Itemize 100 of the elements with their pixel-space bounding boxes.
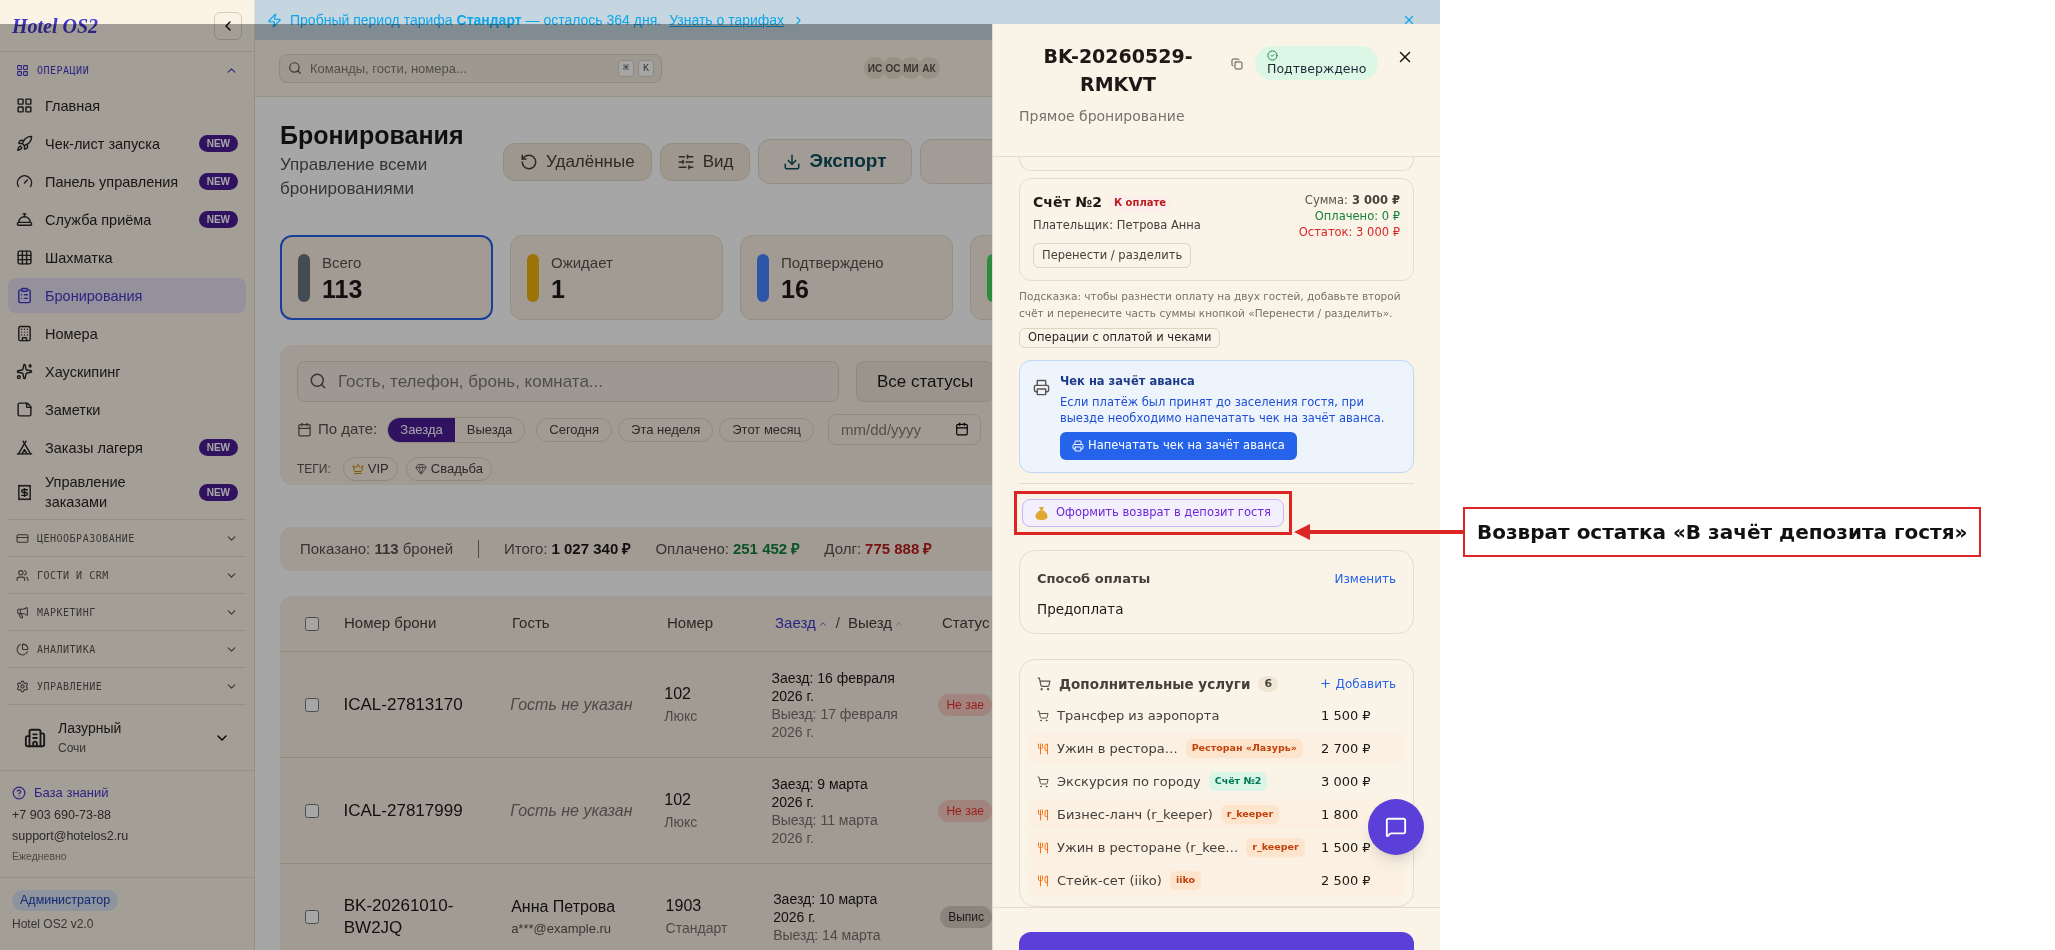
export-button[interactable]: Экспорт [758,139,912,184]
section-header[interactable]: ОПЕРАЦИИ [8,52,246,88]
calendar-icon [955,422,970,436]
service-row[interactable]: Стейк-сет (iiko) iiko 2 500 ₽ [1028,865,1405,896]
status-badge: Не зае [938,693,992,716]
nav-item[interactable]: Номера [8,316,246,351]
sort-column-header[interactable]: Выезд [847,612,904,635]
user-avatar[interactable]: АК [918,57,940,79]
guest-email: a***@example.ru [511,919,613,938]
section-header[interactable]: ЦЕНООБРАЗОВАНИЕ [8,520,246,556]
table-row[interactable]: BK-20261010-BW2JQ Анна Петрова a***@example.ru 1903 Стандарт Заезд: 10 марта 2026 г. Выезд: 14 марта Выпис [280,864,992,950]
booking-search-field[interactable]: Гость, телефон, бронь, комната... [297,361,839,402]
table-row[interactable]: ICAL-27813170 Гость не указан 102 Люкс Заезд: 16 февраля 2026 г. Выезд: 17 февраля 2026 г. Не зае [280,652,992,758]
chat-button[interactable] [1368,799,1424,855]
guest-name: Анна Петрова [511,896,617,917]
sort-column-header[interactable]: Заезд [775,612,828,635]
service-name: Экскурсия по городу [1057,772,1201,791]
checkout-date: Выезд: 14 марта [773,925,882,944]
service-row[interactable]: Экскурсия по городу Счёт №2 3 000 ₽ [1028,766,1405,797]
nav-item[interactable]: Заметки [8,392,246,427]
new-badge: NEW [198,135,238,152]
lightning-icon [267,12,282,28]
change-link[interactable]: Изменить [1334,569,1396,588]
new-badge: NEW [198,211,238,228]
support-hours: Ежедневно [12,849,68,864]
add-service-link[interactable]: Добавить [1318,674,1396,693]
service-price: 2 700 ₽ [1321,739,1372,758]
nav-item[interactable]: Служба приёма NEW [8,202,246,237]
room-number: 102 [664,684,692,704]
date-mode-tab[interactable]: Выезда [454,417,525,442]
stat-card[interactable]: Всего 113 [280,235,493,320]
advance-text: Если платёж был принят до заселения гостя, при выезде необходимо напечатать чек на зачёт аванса. [1060,394,1386,426]
stat-card[interactable]: Ожидает 1 [510,235,723,320]
cart-icon [1037,775,1049,788]
nav-item[interactable]: Шахматка [8,240,246,275]
nav-item[interactable]: Хаускипинг [8,354,246,389]
nav-item[interactable]: Чек-лист запуска NEW [8,126,246,161]
copy-icon[interactable] [1231,58,1243,70]
restore-button[interactable]: Удалённые [503,142,652,181]
status-select[interactable]: Все статусы [856,361,995,402]
row-checkbox[interactable] [304,909,319,924]
room-number: 1903 [665,896,703,916]
building-icon [24,726,46,749]
row-checkbox[interactable] [304,803,319,818]
column-header: Номер [667,613,715,634]
section-icon [16,642,29,656]
service-tag: r_keeper [1220,805,1280,824]
date-mode-tab[interactable]: Заезда [388,417,455,442]
stat-card[interactable]: Подтверждено 16 [740,235,953,320]
section-header[interactable]: УПРАВЛЕНИЕ [8,668,246,704]
print-receipt-button[interactable]: Напечатать чек на зачёт аванса [1060,432,1297,460]
service-row[interactable]: Ужин в ресторане (r_kee… r_keeper 1 500 ₽ [1028,832,1405,863]
debt-amount: 775 888 ₽ [865,538,933,559]
nav-item[interactable]: Заказы лагеря NEW [8,430,246,465]
select-all-checkbox[interactable] [305,616,319,631]
section-header[interactable]: ГОСТИ И CRM [8,557,246,593]
sum-amount: 3 000 ₽ [1351,192,1400,208]
split-button[interactable]: Перенести / разделить [1033,243,1192,268]
refund-button[interactable]: Оформить возврат в депозит гостя [1022,499,1284,527]
section-header[interactable]: МАРКЕТИНГ [8,594,246,630]
date-field[interactable]: mm/dd/yyyy [828,414,982,445]
section-header[interactable]: АНАЛИТИКА [8,631,246,667]
section-icon [16,605,29,619]
payment-method-title: Способ оплаты [1037,570,1151,588]
nav-item[interactable]: Управление заказами NEW [8,468,246,516]
download-icon [783,152,802,171]
column-header: Гость [512,613,551,634]
cart-icon [1037,709,1049,722]
room-type: Люкс [664,707,699,726]
nav-item[interactable]: Панель управления NEW [8,164,246,199]
service-price: 3 000 ₽ [1321,772,1372,791]
search-icon [288,60,302,75]
collapse-button[interactable] [214,11,242,40]
nav-icon [16,249,33,266]
booking-title: BK-20260529-RMKVT [1042,44,1194,97]
nav-icon [16,173,33,190]
row-checkbox[interactable] [304,697,319,712]
service-row[interactable]: Трансфер из аэропорта 1 500 ₽ [1028,700,1405,731]
user-avatar[interactable]: МИ [900,57,922,79]
view-button[interactable]: Вид [659,142,751,181]
user-avatar[interactable]: ИС [864,57,886,79]
hint-text: Подсказка: чтобы разнести оплату на двух гостей, добавьте второй счёт и перенесите часть суммы кнопкой «Перенести / разделить». [1019,289,1402,321]
knowledge-base-link[interactable]: База знаний [12,783,242,803]
service-row[interactable]: Ужин в рестора… Ресторан «Лазурь» 2 700 ₽ [1028,733,1405,764]
service-tag: iiko [1169,871,1201,890]
payment-operations-button[interactable]: Операции с оплатой и чеками [1019,328,1221,348]
nav-item[interactable]: Бронирования [8,278,246,313]
nav-icon [16,325,33,342]
service-name: Стейк-сет (iiko) [1057,871,1162,890]
service-price: 1 500 ₽ [1321,838,1372,857]
room-type: Стандарт [665,919,729,938]
tags-label: ТЕГИ: [297,461,331,478]
section-icon [16,63,29,77]
nav-icon [16,97,33,114]
column-separator: / [835,613,840,634]
paid-label: Оплачено: [655,538,729,559]
service-tag: Счёт №2 [1208,772,1268,791]
nav-item[interactable]: Главная [8,88,246,123]
user-avatar[interactable]: ОС [882,57,904,79]
table-row[interactable]: ICAL-27817999 Гость не указан 102 Люкс Заезд: 9 марта 2026 г. Выезд: 11 марта 2026 г. Не зае [280,758,992,864]
